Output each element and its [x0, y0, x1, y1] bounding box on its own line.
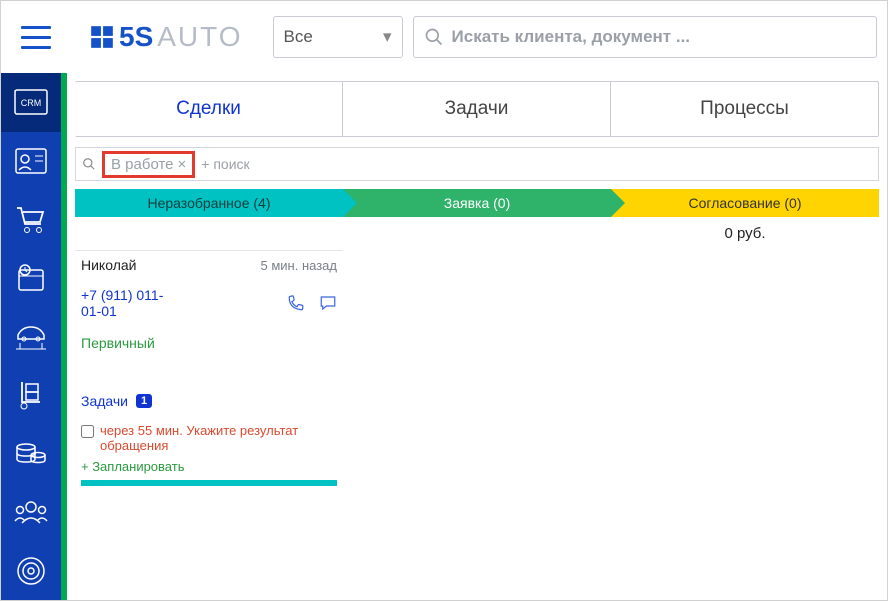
stage-amounts-row: 0 руб.: [75, 217, 879, 250]
column-unsorted: Николай 5 мин. назад +7 (911) 011-01-01 …: [75, 250, 343, 486]
cards-row: Николай 5 мин. назад +7 (911) 011-01-01 …: [75, 250, 879, 486]
crm-icon: CRM: [14, 87, 48, 117]
filter-chip-label: В работе: [111, 156, 174, 173]
column-approval: [611, 250, 879, 486]
phone-icon[interactable]: [287, 294, 305, 312]
people-icon: [14, 499, 48, 525]
column-request: [343, 250, 611, 486]
handtruck-icon: [16, 380, 46, 410]
global-search[interactable]: [413, 16, 877, 58]
main-area: Сделки Задачи Процессы В работе × + поис…: [67, 73, 887, 600]
deal-tasks-badge: 1: [136, 394, 152, 408]
app-logo: 5SAUTO: [89, 21, 243, 53]
task-checkbox[interactable]: [81, 425, 94, 438]
deal-tasks-header[interactable]: Задачи 1: [81, 393, 337, 409]
coins-icon: [15, 440, 47, 468]
amount-col-2: [343, 217, 611, 250]
deal-card-accent: [81, 480, 337, 486]
global-search-input[interactable]: [452, 27, 866, 47]
search-icon: [424, 27, 444, 47]
scope-select[interactable]: Все ▾: [273, 16, 403, 58]
stage-request[interactable]: Заявка (0): [343, 189, 611, 217]
sidebar: CRM: [1, 73, 61, 600]
calendar-clock-icon: [15, 262, 47, 294]
deal-tag: Первичный: [81, 335, 337, 351]
filter-bar[interactable]: В работе × + поиск: [75, 147, 879, 181]
svg-text:CRM: CRM: [21, 98, 42, 108]
deal-time: 5 мин. назад: [261, 258, 337, 273]
amount-col-3: 0 руб.: [611, 217, 879, 250]
contact-card-icon: [15, 148, 47, 174]
task-text: через 55 мин. Укажите результат обращени…: [100, 423, 337, 453]
car-lift-icon: [14, 323, 48, 351]
top-bar: 5SAUTO Все ▾: [1, 1, 887, 73]
tab-processes[interactable]: Процессы: [611, 82, 878, 136]
scope-select-value: Все: [284, 27, 313, 47]
filter-chip-remove[interactable]: ×: [178, 156, 187, 173]
filter-chip-status[interactable]: В работе ×: [102, 151, 195, 178]
logo-text-bold: 5S: [119, 21, 153, 53]
chat-icon[interactable]: [319, 294, 337, 312]
deal-client-name: Николай: [81, 257, 136, 273]
pipeline-stages: Неразобранное (4) Заявка (0) Согласовани…: [75, 189, 879, 217]
logo-text-light: AUTO: [157, 21, 242, 53]
sidebar-item-target[interactable]: [1, 542, 61, 601]
tab-tasks[interactable]: Задачи: [343, 82, 611, 136]
cart-icon: [15, 204, 47, 234]
logo-icon: [89, 24, 115, 50]
sidebar-item-vehicle[interactable]: [1, 307, 61, 366]
deal-phone[interactable]: +7 (911) 011-01-01: [81, 287, 177, 319]
sidebar-item-warehouse[interactable]: [1, 366, 61, 425]
deal-tasks-label: Задачи: [81, 393, 128, 409]
stage-unsorted[interactable]: Неразобранное (4): [75, 189, 343, 217]
tab-deals[interactable]: Сделки: [75, 82, 343, 136]
filter-add[interactable]: + поиск: [201, 156, 249, 172]
stage-approval[interactable]: Согласование (0): [611, 189, 879, 217]
target-icon: [16, 556, 46, 586]
amount-col-1: [75, 217, 343, 250]
main-tabs: Сделки Задачи Процессы: [75, 81, 879, 137]
hamburger-menu-button[interactable]: [11, 12, 61, 62]
sidebar-item-cart[interactable]: [1, 190, 61, 249]
sidebar-item-finance[interactable]: [1, 424, 61, 483]
sidebar-item-contacts[interactable]: [1, 132, 61, 191]
sidebar-item-calendar[interactable]: [1, 249, 61, 308]
chevron-down-icon: ▾: [383, 27, 392, 47]
sidebar-item-team[interactable]: [1, 483, 61, 542]
deal-plan-button[interactable]: + Запланировать: [81, 459, 337, 474]
filter-search-icon: [82, 157, 96, 171]
deal-task-item[interactable]: через 55 мин. Укажите результат обращени…: [81, 423, 337, 453]
deal-card[interactable]: Николай 5 мин. назад +7 (911) 011-01-01 …: [75, 250, 343, 486]
sidebar-item-crm[interactable]: CRM: [1, 73, 61, 132]
